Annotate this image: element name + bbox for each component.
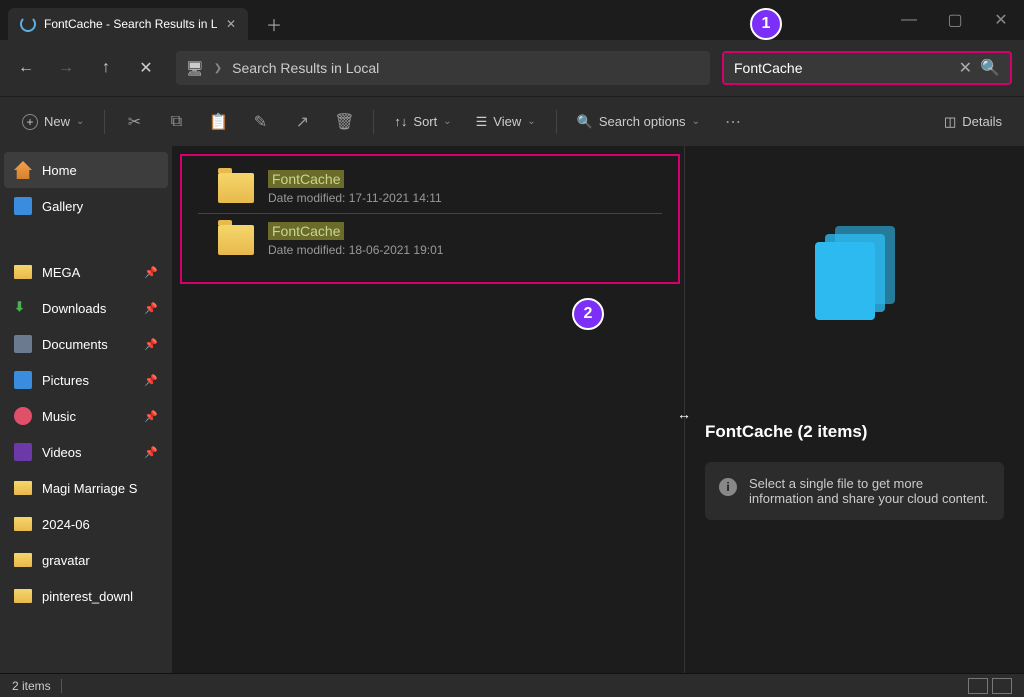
sidebar-item-folder[interactable]: gravatar [4,542,168,578]
item-count: 2 items [12,679,51,693]
sidebar-item-downloads[interactable]: ⬇ Downloads📌 [4,290,168,326]
result-name: FontCache [268,170,344,188]
pin-icon: 📌 [144,410,158,423]
cut-button[interactable]: ✂ [117,105,151,139]
result-meta: Date modified: 18-06-2021 19:01 [268,243,443,257]
sidebar: Home Gallery MEGA📌 ⬇ Downloads📌 Document… [0,146,172,673]
folder-icon [14,265,32,279]
sidebar-item-home[interactable]: Home [4,152,168,188]
sidebar-item-folder[interactable]: pinterest_downl [4,578,168,614]
annotation-1: 1 [750,8,782,40]
view-toggle [968,678,1012,694]
plus-icon: + [22,114,38,130]
details-icon: ◫ [944,114,956,130]
delete-button[interactable]: 🗑 [327,105,361,139]
pictures-icon [14,371,32,389]
main-area: FontCache Date modified: 17-11-2021 14:1… [172,146,1024,673]
titlebar: FontCache - Search Results in L ✕ ＋ — ▢ … [0,0,1024,40]
folder-icon [218,225,254,255]
share-button[interactable]: ↗ [285,105,319,139]
preview-title: FontCache (2 items) [685,406,1024,452]
minimize-button[interactable]: — [886,4,932,36]
browser-tab[interactable]: FontCache - Search Results in L ✕ [8,8,248,40]
folder-icon [14,517,32,531]
list-view-button[interactable] [968,678,988,694]
pin-icon: 📌 [144,338,158,351]
info-icon: i [719,478,737,496]
new-tab-button[interactable]: ＋ [260,10,288,38]
download-icon: ⬇ [14,299,32,317]
folder-icon [14,481,32,495]
search-options-icon: 🔍 [577,114,593,130]
clear-search-icon[interactable]: ✕ [959,58,972,78]
view-icon: ☰ [476,114,488,130]
up-button[interactable]: ↑ [88,50,124,86]
chevron-icon: ❯ [214,63,222,74]
rename-button[interactable]: ✎ [243,105,277,139]
result-name: FontCache [268,222,344,240]
search-box[interactable]: ✕ 🔍 [722,51,1012,85]
sidebar-item-gallery[interactable]: Gallery [4,188,168,224]
document-icon [14,335,32,353]
annotation-2: 2 [572,298,604,330]
ribbon: + New ⌄ ✂ ⧉ 📋 ✎ ↗ 🗑 ↑↓ Sort⌄ ☰ View⌄ 🔍 S… [0,96,1024,146]
result-row[interactable]: FontCache Date modified: 17-11-2021 14:1… [198,170,662,213]
forward-button[interactable]: → [48,50,84,86]
music-icon [14,407,32,425]
content-area: Home Gallery MEGA📌 ⬇ Downloads📌 Document… [0,146,1024,673]
sidebar-item-music[interactable]: Music📌 [4,398,168,434]
preview-thumbnail [685,146,1024,406]
gallery-icon [14,197,32,215]
status-bar: 2 items [0,673,1024,697]
address-text: Search Results in Local [232,60,379,76]
resize-handle-icon[interactable]: ↔ [677,406,691,422]
sidebar-item-pictures[interactable]: Pictures📌 [4,362,168,398]
grid-view-button[interactable] [992,678,1012,694]
folder-icon [14,589,32,603]
tab-title: FontCache - Search Results in L [44,17,217,31]
copy-button[interactable]: ⧉ [159,105,193,139]
search-options-button[interactable]: 🔍 Search options⌄ [569,105,708,139]
pin-icon: 📌 [144,446,158,459]
more-button[interactable]: ⋯ [716,105,750,139]
sidebar-item-documents[interactable]: Documents📌 [4,326,168,362]
search-icon[interactable]: 🔍 [980,58,1000,78]
sidebar-item-folder[interactable]: 2024-06 [4,506,168,542]
new-button[interactable]: + New ⌄ [14,105,92,139]
preview-message-text: Select a single file to get more informa… [749,476,990,506]
back-button[interactable]: ← [8,50,44,86]
view-button[interactable]: ☰ View⌄ [468,105,544,139]
loading-icon [20,16,36,32]
folder-icon [218,173,254,203]
pin-icon: 📌 [144,266,158,279]
home-icon [14,161,32,179]
navbar: ← → ↑ ✕ 🖥 ❯ Search Results in Local ✕ 🔍 [0,40,1024,96]
close-button[interactable]: ✕ [978,4,1024,36]
sidebar-item-mega[interactable]: MEGA📌 [4,254,168,290]
videos-icon [14,443,32,461]
result-meta: Date modified: 17-11-2021 14:11 [268,191,442,205]
maximize-button[interactable]: ▢ [932,4,978,36]
sort-icon: ↑↓ [394,114,407,129]
results-pane[interactable]: FontCache Date modified: 17-11-2021 14:1… [172,146,684,673]
sort-button[interactable]: ↑↓ Sort⌄ [386,105,459,139]
refresh-button[interactable]: ✕ [128,50,164,86]
pin-icon: 📌 [144,374,158,387]
preview-pane: ↔ FontCache (2 items) i Select a single … [684,146,1024,673]
search-input[interactable] [734,60,951,76]
paste-button[interactable]: 📋 [201,105,235,139]
sidebar-item-videos[interactable]: Videos📌 [4,434,168,470]
results-highlight-box: FontCache Date modified: 17-11-2021 14:1… [180,154,680,284]
tab-close-button[interactable]: ✕ [226,17,236,31]
folder-icon [14,553,32,567]
result-row[interactable]: FontCache Date modified: 18-06-2021 19:0… [198,213,662,265]
pc-icon: 🖥 [186,60,204,77]
preview-message: i Select a single file to get more infor… [705,462,1004,520]
address-bar[interactable]: 🖥 ❯ Search Results in Local [176,51,710,85]
files-stack-icon [815,226,895,326]
window-controls: — ▢ ✕ [886,4,1024,36]
pin-icon: 📌 [144,302,158,315]
sidebar-item-folder[interactable]: Magi Marriage S [4,470,168,506]
details-button[interactable]: ◫ Details [936,105,1010,139]
